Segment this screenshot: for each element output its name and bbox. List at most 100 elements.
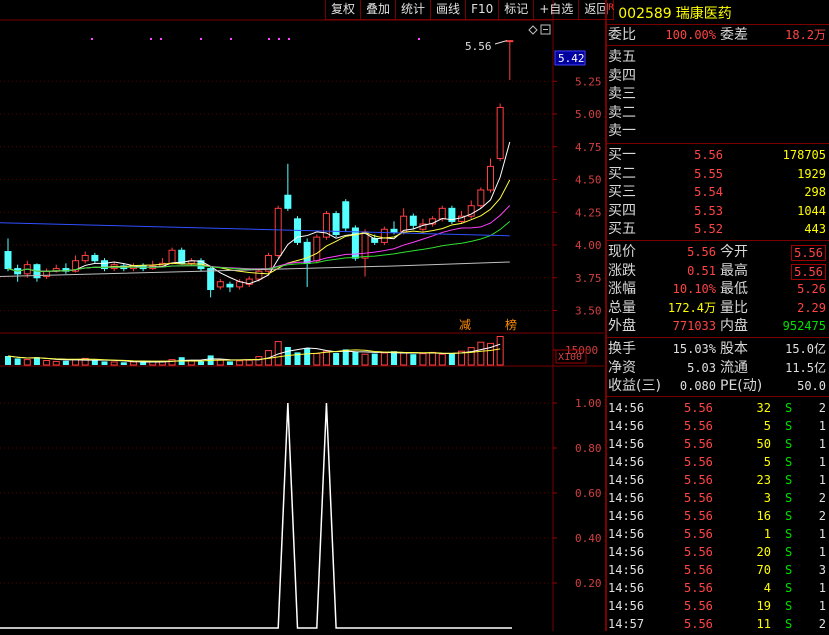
volume-bar <box>101 361 108 365</box>
diamond-icon[interactable] <box>528 25 538 35</box>
volume-bar <box>43 360 51 366</box>
volume-bar <box>245 359 253 366</box>
candle-body[interactable] <box>178 249 186 264</box>
divider <box>606 240 829 241</box>
toolbar-f10-button[interactable]: F10 <box>466 0 500 20</box>
quote-row: 总量 172.4万 量比 2.29 <box>608 299 828 317</box>
trade-side: S <box>785 599 793 613</box>
quote-label: 总量 <box>608 299 636 316</box>
trade-row: 14:56 5.56 5 S 1 <box>608 453 829 471</box>
candle-body[interactable] <box>91 254 99 262</box>
trade-count: 1 <box>818 581 826 595</box>
price-tick-label: 5.25 <box>575 75 602 88</box>
trade-row: 14:56 5.56 3 S 2 <box>608 489 829 507</box>
price-tick-label: 4.50 <box>575 174 602 187</box>
fund-row: 收益(三) 0.080 PE(动) 50.0 <box>608 377 828 395</box>
event-marker[interactable] <box>200 38 202 40</box>
trade-row: 14:57 5.56 11 S 2 <box>608 615 829 633</box>
trade-count: 1 <box>818 527 826 541</box>
volume-bar <box>322 350 330 366</box>
divider <box>606 45 829 46</box>
event-marker[interactable] <box>150 38 152 40</box>
bid-row[interactable]: 买二 5.55 1929 <box>608 165 828 183</box>
event-marker[interactable] <box>268 38 270 40</box>
candle-body[interactable] <box>361 231 369 259</box>
bid-row[interactable]: 买四 5.53 1044 <box>608 202 828 220</box>
event-marker[interactable] <box>160 38 162 40</box>
high-pointer-line <box>494 40 507 45</box>
commission-ratio-value: 100.00% <box>665 28 716 42</box>
candle-body[interactable] <box>4 251 12 270</box>
tag-list[interactable]: 榜 <box>505 317 517 332</box>
trade-price: 5.56 <box>684 509 713 523</box>
indicator-tick-label: 0.80 <box>575 442 602 455</box>
quote-row: 涨跌 0.51 最高 5.56 <box>608 262 828 280</box>
event-marker[interactable] <box>278 38 280 40</box>
event-marker[interactable] <box>91 38 93 40</box>
trade-volume: 4 <box>763 581 771 595</box>
volume-bar <box>236 360 244 366</box>
candle-body[interactable] <box>438 207 446 220</box>
candle-body[interactable] <box>303 241 311 264</box>
bid-label: 买五 <box>608 221 636 237</box>
trade-row: 14:56 5.56 16 S 2 <box>608 507 829 525</box>
bid-row[interactable]: 买三 5.54 298 <box>608 183 828 201</box>
trade-count: 2 <box>818 491 826 505</box>
trade-volume: 3 <box>763 491 771 505</box>
candle-body[interactable] <box>390 228 398 233</box>
bid-row[interactable]: 买一 5.56 178705 <box>608 146 828 164</box>
toolbar-fuquan-button[interactable]: 复权 <box>325 0 362 20</box>
volume-bar <box>304 348 311 365</box>
quote-value: 5.56 <box>791 263 826 280</box>
kline-chart-area[interactable]: 5.25 5.00 4.75 4.50 4.25 4.00 3.75 3.50 5.42 5.56… <box>0 0 604 631</box>
trade-count: 1 <box>818 473 826 487</box>
candle-body[interactable] <box>226 283 234 288</box>
candle-body[interactable] <box>284 194 292 209</box>
fund-label: 净资 <box>608 359 636 376</box>
volume-bar <box>438 353 446 366</box>
toolbar-stats-button[interactable]: 统计 <box>396 0 432 20</box>
candle-body[interactable] <box>496 106 504 160</box>
trade-price: 5.56 <box>684 419 713 433</box>
trade-side: S <box>785 617 793 631</box>
candle-body[interactable] <box>274 207 282 256</box>
candle-body[interactable] <box>255 270 263 280</box>
candle-body[interactable] <box>342 201 350 229</box>
tag-reduce[interactable]: 减 <box>459 318 471 332</box>
price-tick-label: 3.75 <box>575 272 602 285</box>
candle-body[interactable] <box>380 228 388 243</box>
candle-body[interactable] <box>506 40 514 43</box>
candle-body[interactable] <box>477 189 485 207</box>
trade-row: 14:56 5.56 20 S 1 <box>608 543 829 561</box>
chart-toolbar: 复权 叠加 统计 画线 F10 标记 +自选 返回 <box>325 0 615 20</box>
bid-volume: 1044 <box>797 203 826 218</box>
trade-row: 14:56 5.56 5 S 1 <box>608 417 829 435</box>
stock-code: 002589 <box>618 6 672 22</box>
candle-body[interactable] <box>409 215 417 226</box>
event-marker[interactable] <box>418 38 420 40</box>
quote-value: 10.10% <box>672 282 716 296</box>
candle-body[interactable] <box>487 165 494 191</box>
candle-body[interactable] <box>168 249 176 264</box>
kline-chart[interactable]: 5.25 5.00 4.75 4.50 4.25 4.00 3.75 3.50 5.42 5.56… <box>0 0 604 631</box>
toolbar-overlay-button[interactable]: 叠加 <box>361 0 397 20</box>
divider <box>606 337 829 338</box>
divider <box>606 24 829 25</box>
bid-label: 买二 <box>608 165 636 182</box>
toolbar-mark-button[interactable]: 标记 <box>499 0 535 20</box>
quote-row: 现价 5.56 今开 5.56 <box>608 243 828 261</box>
event-marker[interactable] <box>288 38 290 40</box>
toolbar-draw-button[interactable]: 画线 <box>431 0 467 20</box>
candle-body[interactable] <box>81 254 89 262</box>
candle-body[interactable] <box>207 268 215 291</box>
toolbar-add-watchlist-button[interactable]: +自选 <box>534 0 580 20</box>
trade-volume: 5 <box>763 419 771 433</box>
trade-side: S <box>785 509 793 523</box>
commission-diff-label: 委差 <box>720 27 748 43</box>
candle-body[interactable] <box>216 281 224 288</box>
candle-body[interactable] <box>313 236 321 262</box>
trade-volume: 70 <box>756 563 771 577</box>
bid-row[interactable]: 买五 5.52 443 <box>608 220 828 238</box>
trade-price: 5.56 <box>684 473 713 487</box>
event-marker[interactable] <box>230 38 232 40</box>
